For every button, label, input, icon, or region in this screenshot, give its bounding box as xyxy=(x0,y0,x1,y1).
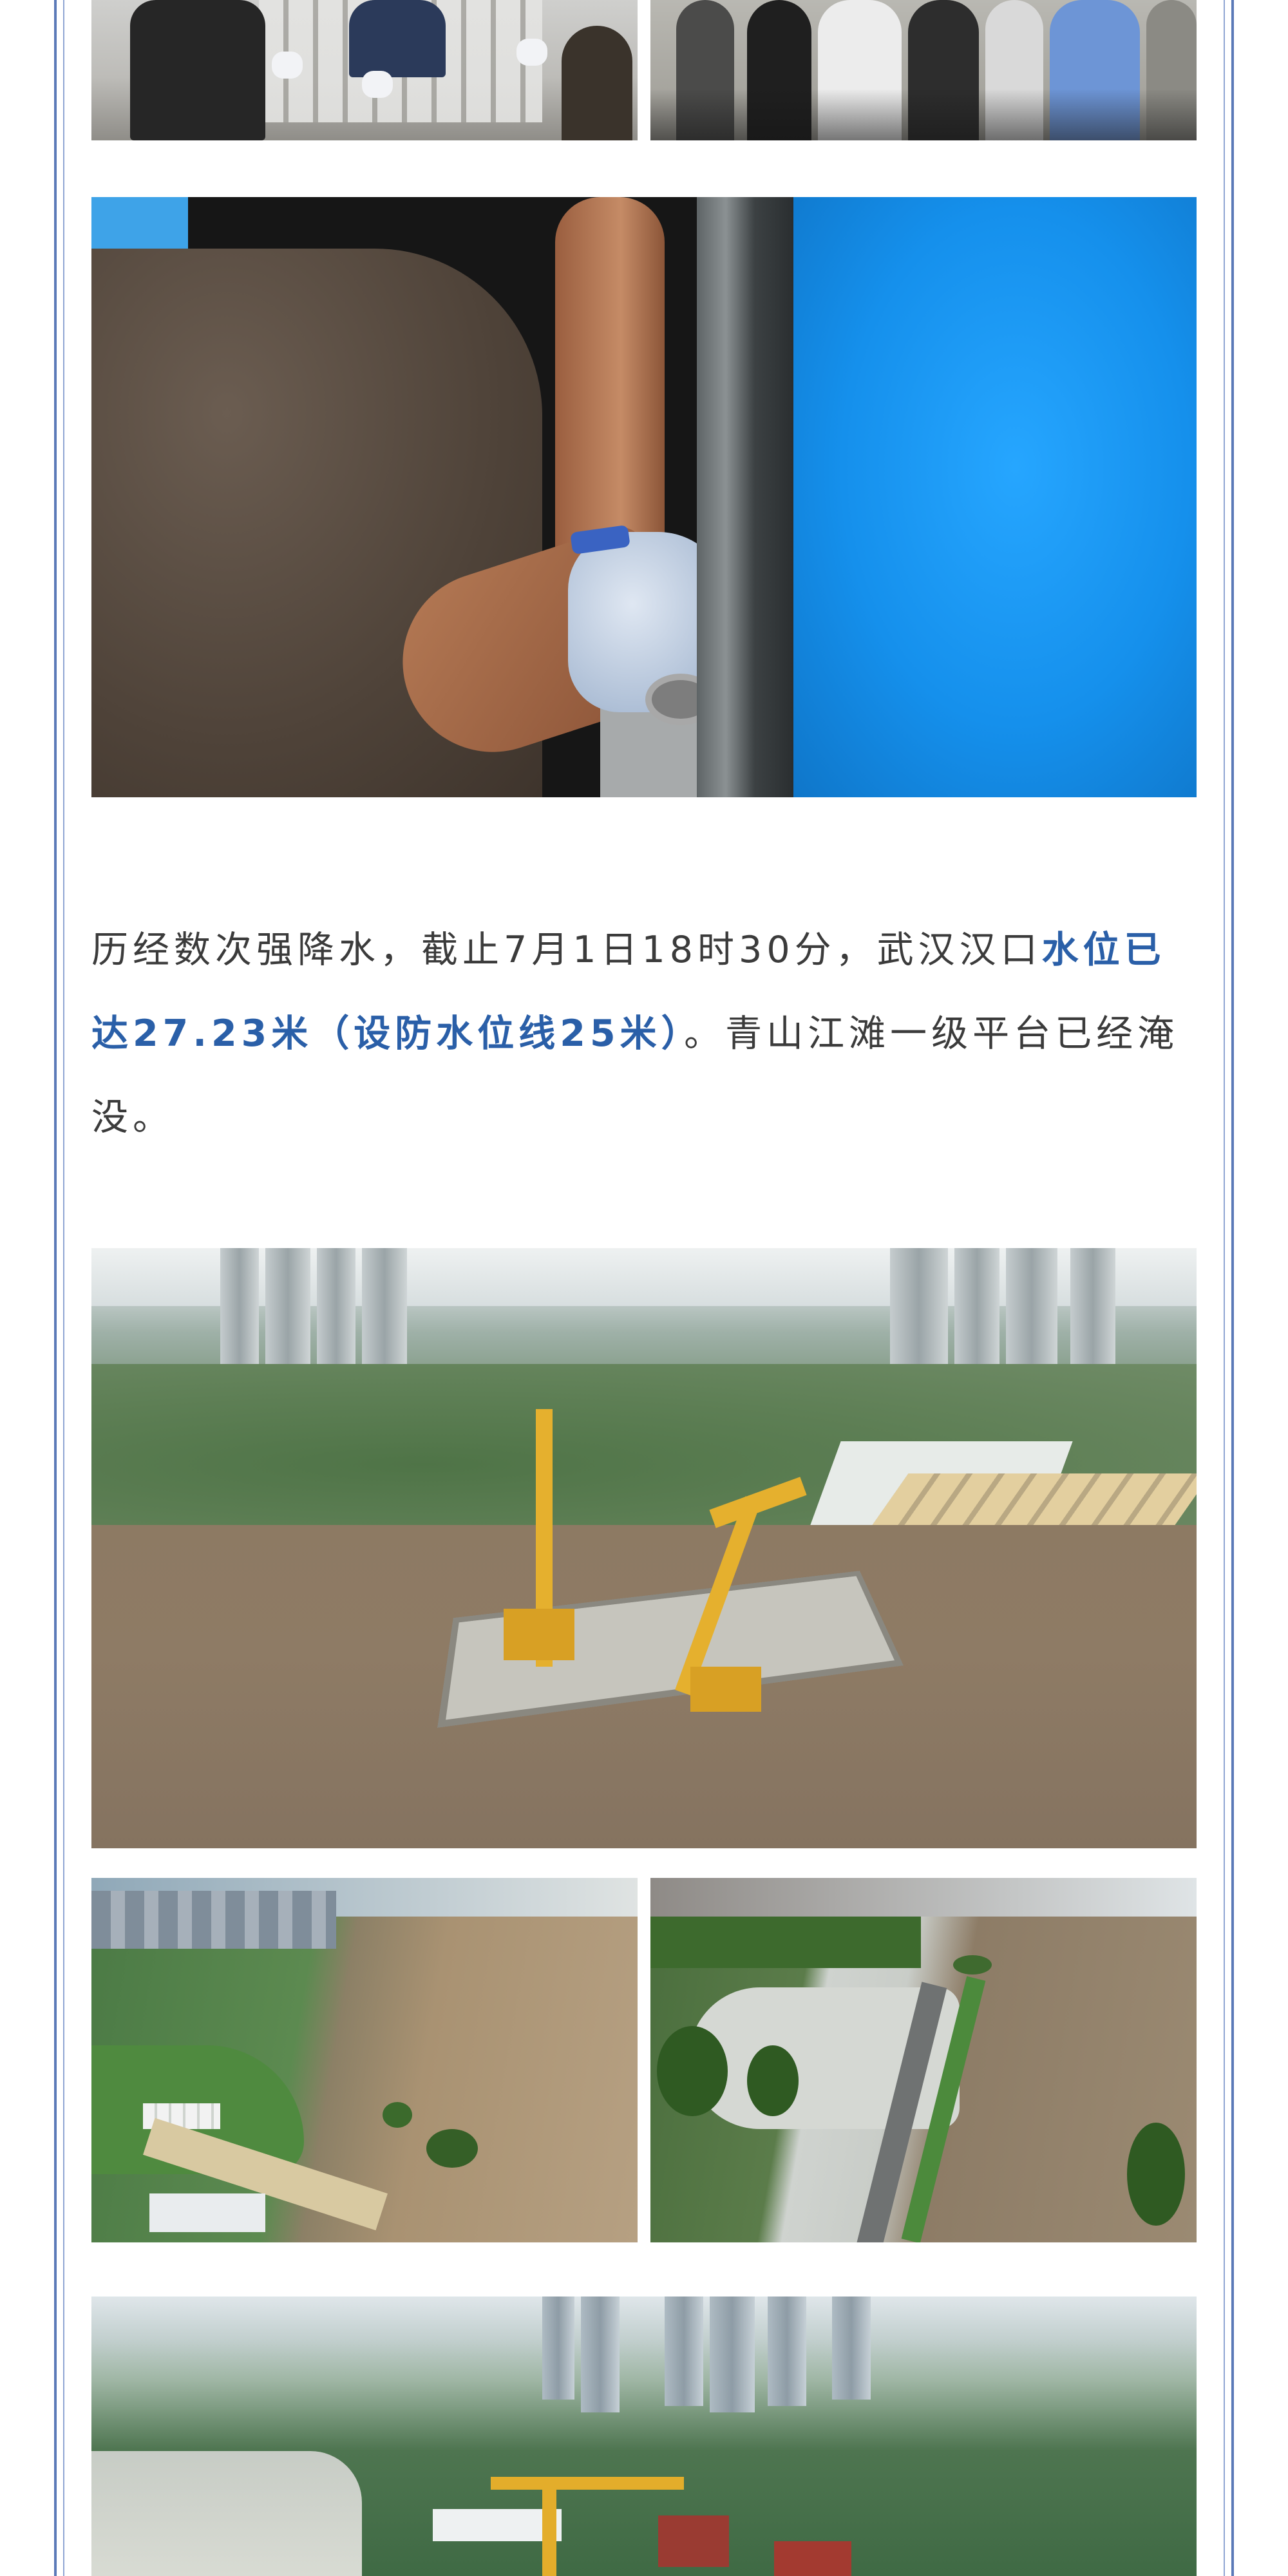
building xyxy=(774,2541,851,2576)
right-border-line xyxy=(1231,0,1234,2576)
glove-icon xyxy=(362,71,393,98)
blue-shirt xyxy=(793,197,1197,797)
worker-figure xyxy=(562,26,632,140)
photo-workers-group[interactable] xyxy=(650,0,1197,140)
glove-icon xyxy=(516,39,547,66)
city-skyline xyxy=(91,1891,336,1949)
skyscraper xyxy=(1006,1248,1057,1377)
building xyxy=(658,2515,729,2567)
tree xyxy=(1127,2123,1185,2226)
skyscraper xyxy=(542,2297,574,2400)
skyscraper xyxy=(1070,1248,1115,1364)
skyscraper xyxy=(665,2297,703,2406)
left-border-line xyxy=(54,0,57,2576)
worker-figure xyxy=(349,0,446,77)
photo-aerial-park-left[interactable] xyxy=(91,1878,638,2242)
right-border-inner-line xyxy=(1224,0,1225,2576)
photo-workers-barrier[interactable] xyxy=(91,0,638,140)
photo-aerial-promenade-right[interactable] xyxy=(650,1878,1197,2242)
flood-water xyxy=(91,2451,362,2576)
roof xyxy=(149,2193,265,2232)
article-paragraph: 历经数次强降水，截止7月1日18时30分，武汉汉口水位已达27.23米（设防水位… xyxy=(91,908,1197,1159)
treeline xyxy=(650,1917,921,1968)
submerged-tree xyxy=(953,1955,992,1975)
glove-icon xyxy=(272,52,303,79)
skyscraper xyxy=(220,1248,259,1370)
skyscraper xyxy=(768,2297,806,2406)
left-border-inner-line xyxy=(63,0,64,2576)
shadow xyxy=(650,89,1197,140)
skyscraper xyxy=(317,1248,355,1364)
tree xyxy=(657,2026,728,2116)
skyscraper xyxy=(832,2297,871,2400)
skyscraper xyxy=(581,2297,620,2412)
sky xyxy=(650,1878,1197,1917)
skyscraper xyxy=(362,1248,407,1377)
crane-base xyxy=(504,1609,574,1660)
submerged-tree xyxy=(426,2129,478,2168)
crane-icon xyxy=(542,2477,556,2576)
skyscraper xyxy=(710,2297,755,2412)
skyscraper xyxy=(890,1248,948,1377)
photo-aerial-flooded-platform[interactable] xyxy=(91,1248,1197,1848)
worker-figure xyxy=(130,0,265,140)
skyscraper xyxy=(265,1248,310,1383)
photo-bolt-closeup[interactable] xyxy=(91,197,1197,797)
photo-aerial-city[interactable] xyxy=(91,2297,1197,2576)
crane-arm xyxy=(491,2477,684,2490)
tree xyxy=(747,2045,799,2116)
paragraph-text-before: 历经数次强降水，截止7月1日18时30分，武汉汉口 xyxy=(91,929,1042,971)
crane-base xyxy=(690,1667,761,1712)
barrier-post xyxy=(697,197,793,797)
submerged-tree xyxy=(383,2102,412,2128)
skyscraper xyxy=(954,1248,999,1370)
